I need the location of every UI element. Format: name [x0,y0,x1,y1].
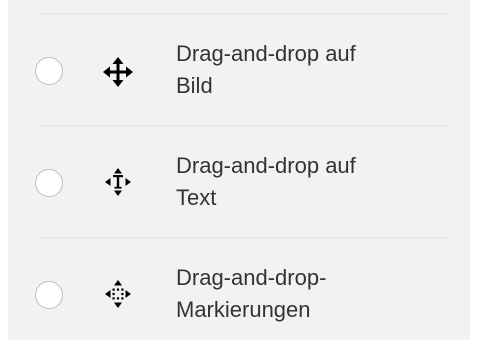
question-type-list: Drag-and-drop auf Bild Drag-and-drop auf… [8,0,470,340]
option-drag-drop-image[interactable]: Drag-and-drop auf Bild [8,14,470,126]
move-markers-icon [100,276,136,312]
option-label-line: Drag-and-drop auf [176,153,356,178]
option-label-line: Drag-and-drop auf [176,41,356,66]
option-label: Drag-and-drop auf Bild [176,38,436,102]
option-drag-drop-markers[interactable]: Drag-and-drop- Markierungen [8,238,470,350]
option-drag-drop-text[interactable]: Drag-and-drop auf Text [8,126,470,238]
option-label-line: Text [176,185,217,210]
option-label-line: Bild [176,73,213,98]
option-label-line: Markierungen [176,297,311,322]
option-label: Drag-and-drop- Markierungen [176,262,436,326]
radio-button[interactable] [35,169,63,197]
move-text-icon [100,164,136,200]
radio-button[interactable] [35,57,63,85]
option-label-line: Drag-and-drop- [176,265,327,290]
option-label: Drag-and-drop auf Text [176,150,436,214]
radio-button[interactable] [35,281,63,309]
move-arrows-icon [100,54,136,90]
